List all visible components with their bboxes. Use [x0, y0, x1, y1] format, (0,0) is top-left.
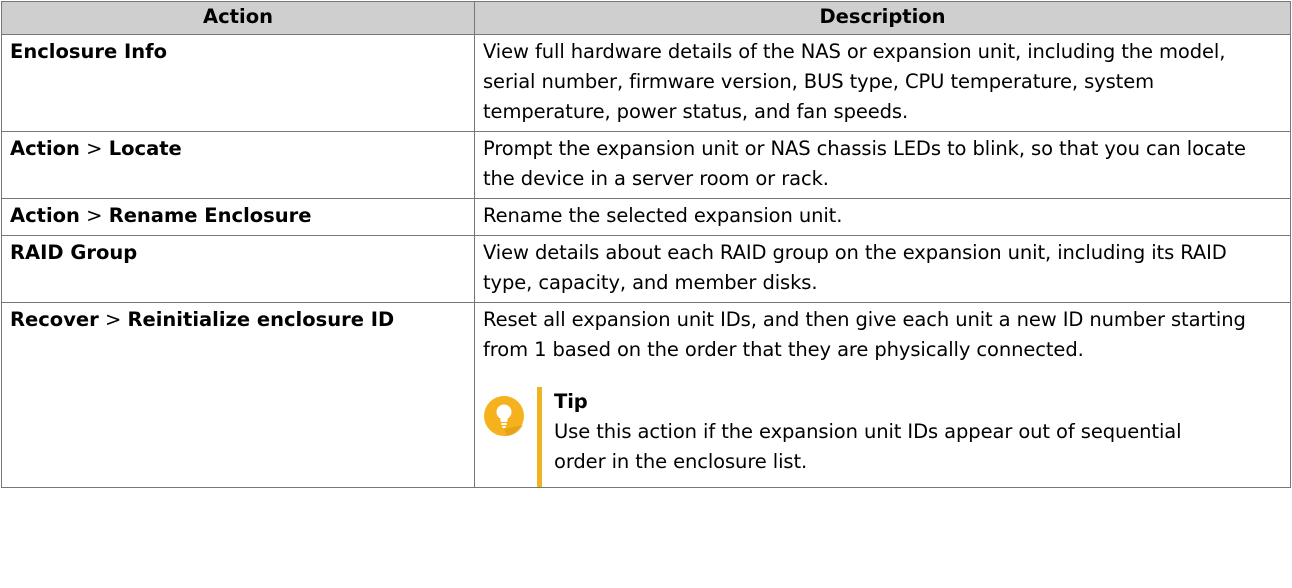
actions-table: Action Description Enclosure Info View f…	[1, 1, 1291, 488]
lightbulb-icon	[484, 396, 524, 436]
description-cell: View details about each RAID group on th…	[474, 235, 1291, 303]
action-sub: Locate	[108, 137, 182, 160]
description-text: View details about each RAID group on th…	[483, 241, 1227, 294]
tip-callout: Tip Use this action if the expansion uni…	[483, 387, 1282, 487]
action-sub: Reinitialize enclosure ID	[127, 308, 395, 331]
action-cell: Action > Locate	[1, 131, 475, 199]
action-cell: RAID Group	[1, 235, 475, 303]
action-separator: >	[79, 137, 109, 160]
action-main: Recover	[10, 308, 99, 331]
table-row: RAID Group View details about each RAID …	[1, 235, 1291, 303]
action-separator: >	[79, 204, 109, 227]
action-main: RAID Group	[10, 241, 138, 264]
table-header-row: Action Description	[1, 1, 1291, 35]
tip-title: Tip	[554, 390, 588, 413]
tip-content: Tip Use this action if the expansion uni…	[554, 387, 1194, 477]
description-cell: Reset all expansion unit IDs, and then g…	[474, 302, 1291, 488]
action-main: Action	[10, 137, 80, 160]
action-cell: Recover > Reinitialize enclosure ID	[1, 302, 475, 488]
action-main: Action	[10, 204, 80, 227]
description-cell: Prompt the expansion unit or NAS chassis…	[474, 131, 1291, 199]
description-text: Reset all expansion unit IDs, and then g…	[483, 308, 1246, 361]
tip-accent-bar	[537, 387, 542, 487]
description-text: Prompt the expansion unit or NAS chassis…	[483, 137, 1246, 190]
description-cell: Rename the selected expansion unit.	[474, 198, 1291, 236]
action-main: Enclosure Info	[10, 40, 167, 63]
description-text: Rename the selected expansion unit.	[483, 204, 843, 227]
table-row: Recover > Reinitialize enclosure ID Rese…	[1, 302, 1291, 488]
description-text: View full hardware details of the NAS or…	[483, 40, 1226, 123]
tip-text: Use this action if the expansion unit ID…	[554, 420, 1182, 473]
action-cell: Enclosure Info	[1, 34, 475, 132]
header-action: Action	[1, 1, 475, 35]
action-cell: Action > Rename Enclosure	[1, 198, 475, 236]
description-cell: View full hardware details of the NAS or…	[474, 34, 1291, 132]
header-description: Description	[474, 1, 1291, 35]
table-row: Action > Locate Prompt the expansion uni…	[1, 131, 1291, 199]
action-sub: Rename Enclosure	[108, 204, 312, 227]
table-row: Enclosure Info View full hardware detail…	[1, 34, 1291, 132]
action-separator: >	[98, 308, 128, 331]
table-row: Action > Rename Enclosure Rename the sel…	[1, 198, 1291, 236]
